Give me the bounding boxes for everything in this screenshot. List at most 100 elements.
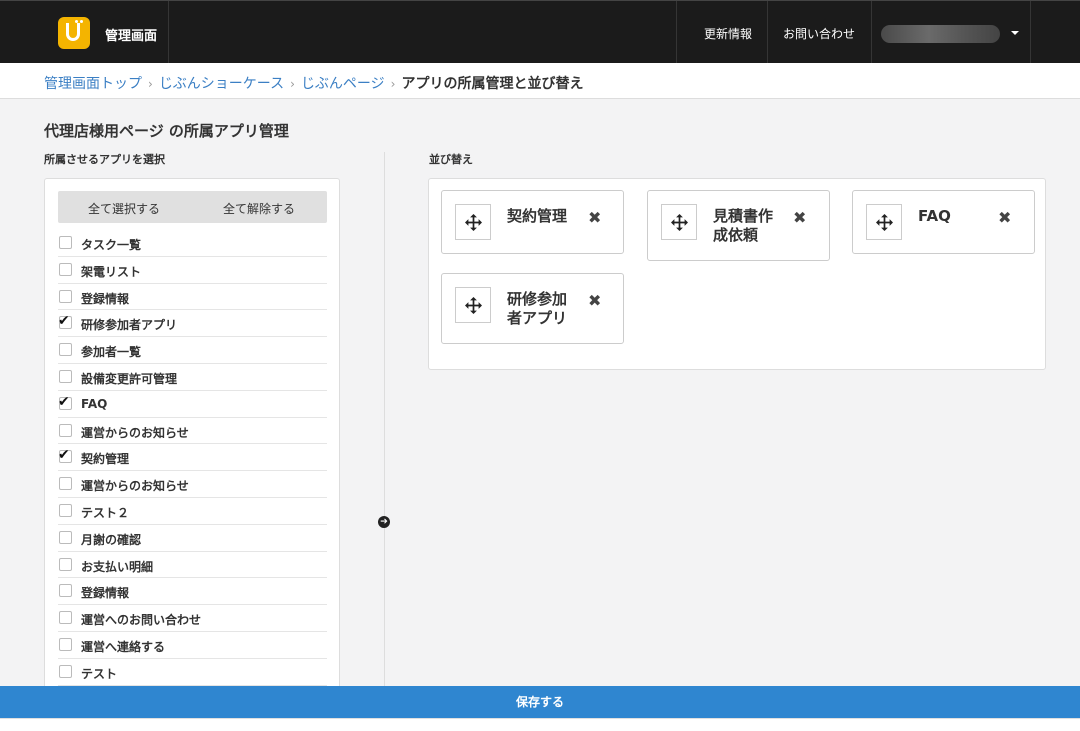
app-checkbox[interactable] [59,236,72,249]
app-select-panel: 全て選択する 全て解除する タスク一覧架電リスト登録情報 ✔ 研修参加者アプリ 参加者… [44,178,340,698]
app-list-item[interactable]: タスク一覧 [58,230,327,257]
app-list-item[interactable]: 運営へ連絡する [58,632,327,659]
app-checkbox[interactable] [59,664,72,678]
app-checkbox[interactable] [59,477,72,491]
divider [676,1,677,64]
app-list-item[interactable]: 運営からのお知らせ [58,418,327,445]
close-x-icon[interactable]: ✖ [793,208,806,227]
app-checkbox[interactable]: ✔ [58,313,72,330]
app-list-item[interactable]: 架電リスト [58,257,327,284]
app-label: 登録情報 [81,291,130,306]
bulk-select-bar: 全て選択する 全て解除する [58,191,327,223]
app-checkbox[interactable] [59,530,72,544]
breadcrumb-separator-icon: › [148,77,153,91]
breadcrumb-admin-top[interactable]: 管理画面トップ [44,76,142,92]
sort-section-label: 並び替え [429,153,473,166]
checkmark-icon: ✔ [58,313,70,330]
save-button[interactable]: 保存する [0,686,1080,718]
app-list-item[interactable]: 設備変更許可管理 [58,364,327,391]
breadcrumb-bar: 管理画面トップ › じぶんショーケース › じぶんページ › アプリの所属管理と並び替え [0,63,1080,99]
divider [168,1,169,64]
top-navbar: 管理画面 更新情報 お問い合わせ [0,0,1080,64]
column-divider [384,152,385,731]
app-label: 登録情報 [81,586,130,601]
divider [767,1,768,64]
breadcrumb-showcase[interactable]: じぶんショーケース [159,76,284,92]
sort-card[interactable]: 契約管理 ✖ [441,190,624,254]
app-checkbox[interactable]: ✔ [58,394,72,410]
app-list-item[interactable]: 登録情報 [58,284,327,311]
app-label: 研修参加者アプリ [81,318,178,333]
move-arrows-icon[interactable] [455,287,491,323]
app-checkbox[interactable] [59,369,72,383]
app-list-item[interactable]: ✔ 契約管理 [58,444,327,472]
select-section-label: 所属させるアプリを選択 [44,153,165,166]
app-label: 月謝の確認 [81,532,142,547]
app-list-item[interactable]: 登録情報 [58,578,327,606]
breadcrumb-separator-icon: › [290,77,295,91]
footer-strip [0,718,1080,731]
app-checkbox[interactable] [59,557,72,571]
divider [871,1,872,64]
sort-card[interactable]: FAQ ✖ [852,190,1035,254]
app-label: 参加者一覧 [81,345,142,360]
select-all-button[interactable]: 全て選択する [88,200,160,217]
app-list-item[interactable]: テスト２ [58,498,327,525]
app-label: テスト [81,666,118,681]
app-label: 設備変更許可管理 [81,371,178,386]
chevron-down-icon[interactable] [1011,31,1019,35]
app-list-item[interactable]: 参加者一覧 [58,337,327,364]
app-checkbox[interactable] [59,343,72,357]
app-label: お支払い明細 [81,559,154,574]
app-checkbox-list: タスク一覧架電リスト登録情報 ✔ 研修参加者アプリ 参加者一覧設備変更許可管理 ✔ FAQ… [58,230,327,686]
app-label: 運営へ連絡する [81,639,166,654]
app-checkbox[interactable] [59,584,72,598]
app-label: タスク一覧 [81,238,142,252]
close-x-icon[interactable]: ✖ [588,291,601,310]
nav-contact-link[interactable]: お問い合わせ [783,25,855,42]
deselect-all-button[interactable]: 全て解除する [223,200,295,217]
arrow-right-circle-icon[interactable]: ➔ [378,516,390,528]
app-name[interactable]: 管理画面 [105,25,157,44]
close-x-icon[interactable]: ✖ [998,208,1011,227]
app-label: テスト２ [81,505,130,520]
app-label: FAQ [81,396,108,411]
app-label: 架電リスト [81,264,142,279]
breadcrumb-separator-icon: › [390,77,396,91]
user-menu[interactable] [881,25,1000,43]
app-checkbox[interactable] [59,423,72,437]
app-list-item[interactable]: 運営へのお問い合わせ [58,605,327,632]
breadcrumb-current: アプリの所属管理と並び替え [401,76,584,92]
checkmark-icon: ✔ [58,447,70,464]
app-list-item[interactable]: お支払い明細 [58,552,327,579]
app-checkbox[interactable] [59,503,72,517]
app-checkbox[interactable] [59,637,72,651]
app-checkbox[interactable]: ✔ [58,447,72,464]
app-checkbox[interactable] [59,289,72,303]
move-arrows-icon[interactable] [661,204,697,240]
sort-card[interactable]: 見積書作 成依頼 ✖ [647,190,830,261]
move-arrows-icon[interactable] [455,204,491,240]
app-list-item[interactable]: ✔ FAQ [58,391,327,418]
sort-card[interactable]: 研修参加 者アプリ ✖ [441,273,624,344]
app-list-item[interactable]: ✔ 研修参加者アプリ [58,310,327,338]
close-x-icon[interactable]: ✖ [588,208,601,227]
sort-card-title: 見積書作 成依頼 [713,207,774,244]
sort-card-title: FAQ [918,207,951,225]
breadcrumb-mypage[interactable]: じぶんページ [301,76,385,92]
app-list-item[interactable]: 運営からのお知らせ [58,471,327,498]
app-logo-icon[interactable] [58,17,90,49]
breadcrumb: 管理画面トップ › じぶんショーケース › じぶんページ › アプリの所属管理と並び替え [44,73,583,93]
page-title: 代理店様用ページ の所属アプリ管理 [44,122,289,140]
app-list-item[interactable]: テスト [58,659,327,686]
move-arrows-icon[interactable] [866,204,902,240]
app-checkbox[interactable] [59,262,72,276]
app-checkbox[interactable] [59,611,72,625]
nav-updates-link[interactable]: 更新情報 [704,25,752,42]
app-label: 運営へのお問い合わせ [81,613,202,628]
sort-card-title: 契約管理 [507,207,568,225]
app-list-item[interactable]: 月謝の確認 [58,525,327,552]
sort-panel: 契約管理 ✖ 見積書作 成依頼 ✖ FAQ ✖ 研修参加 者アプリ ✖ [428,178,1046,370]
divider [1030,1,1031,64]
app-label: 運営からのお知らせ [81,425,189,440]
